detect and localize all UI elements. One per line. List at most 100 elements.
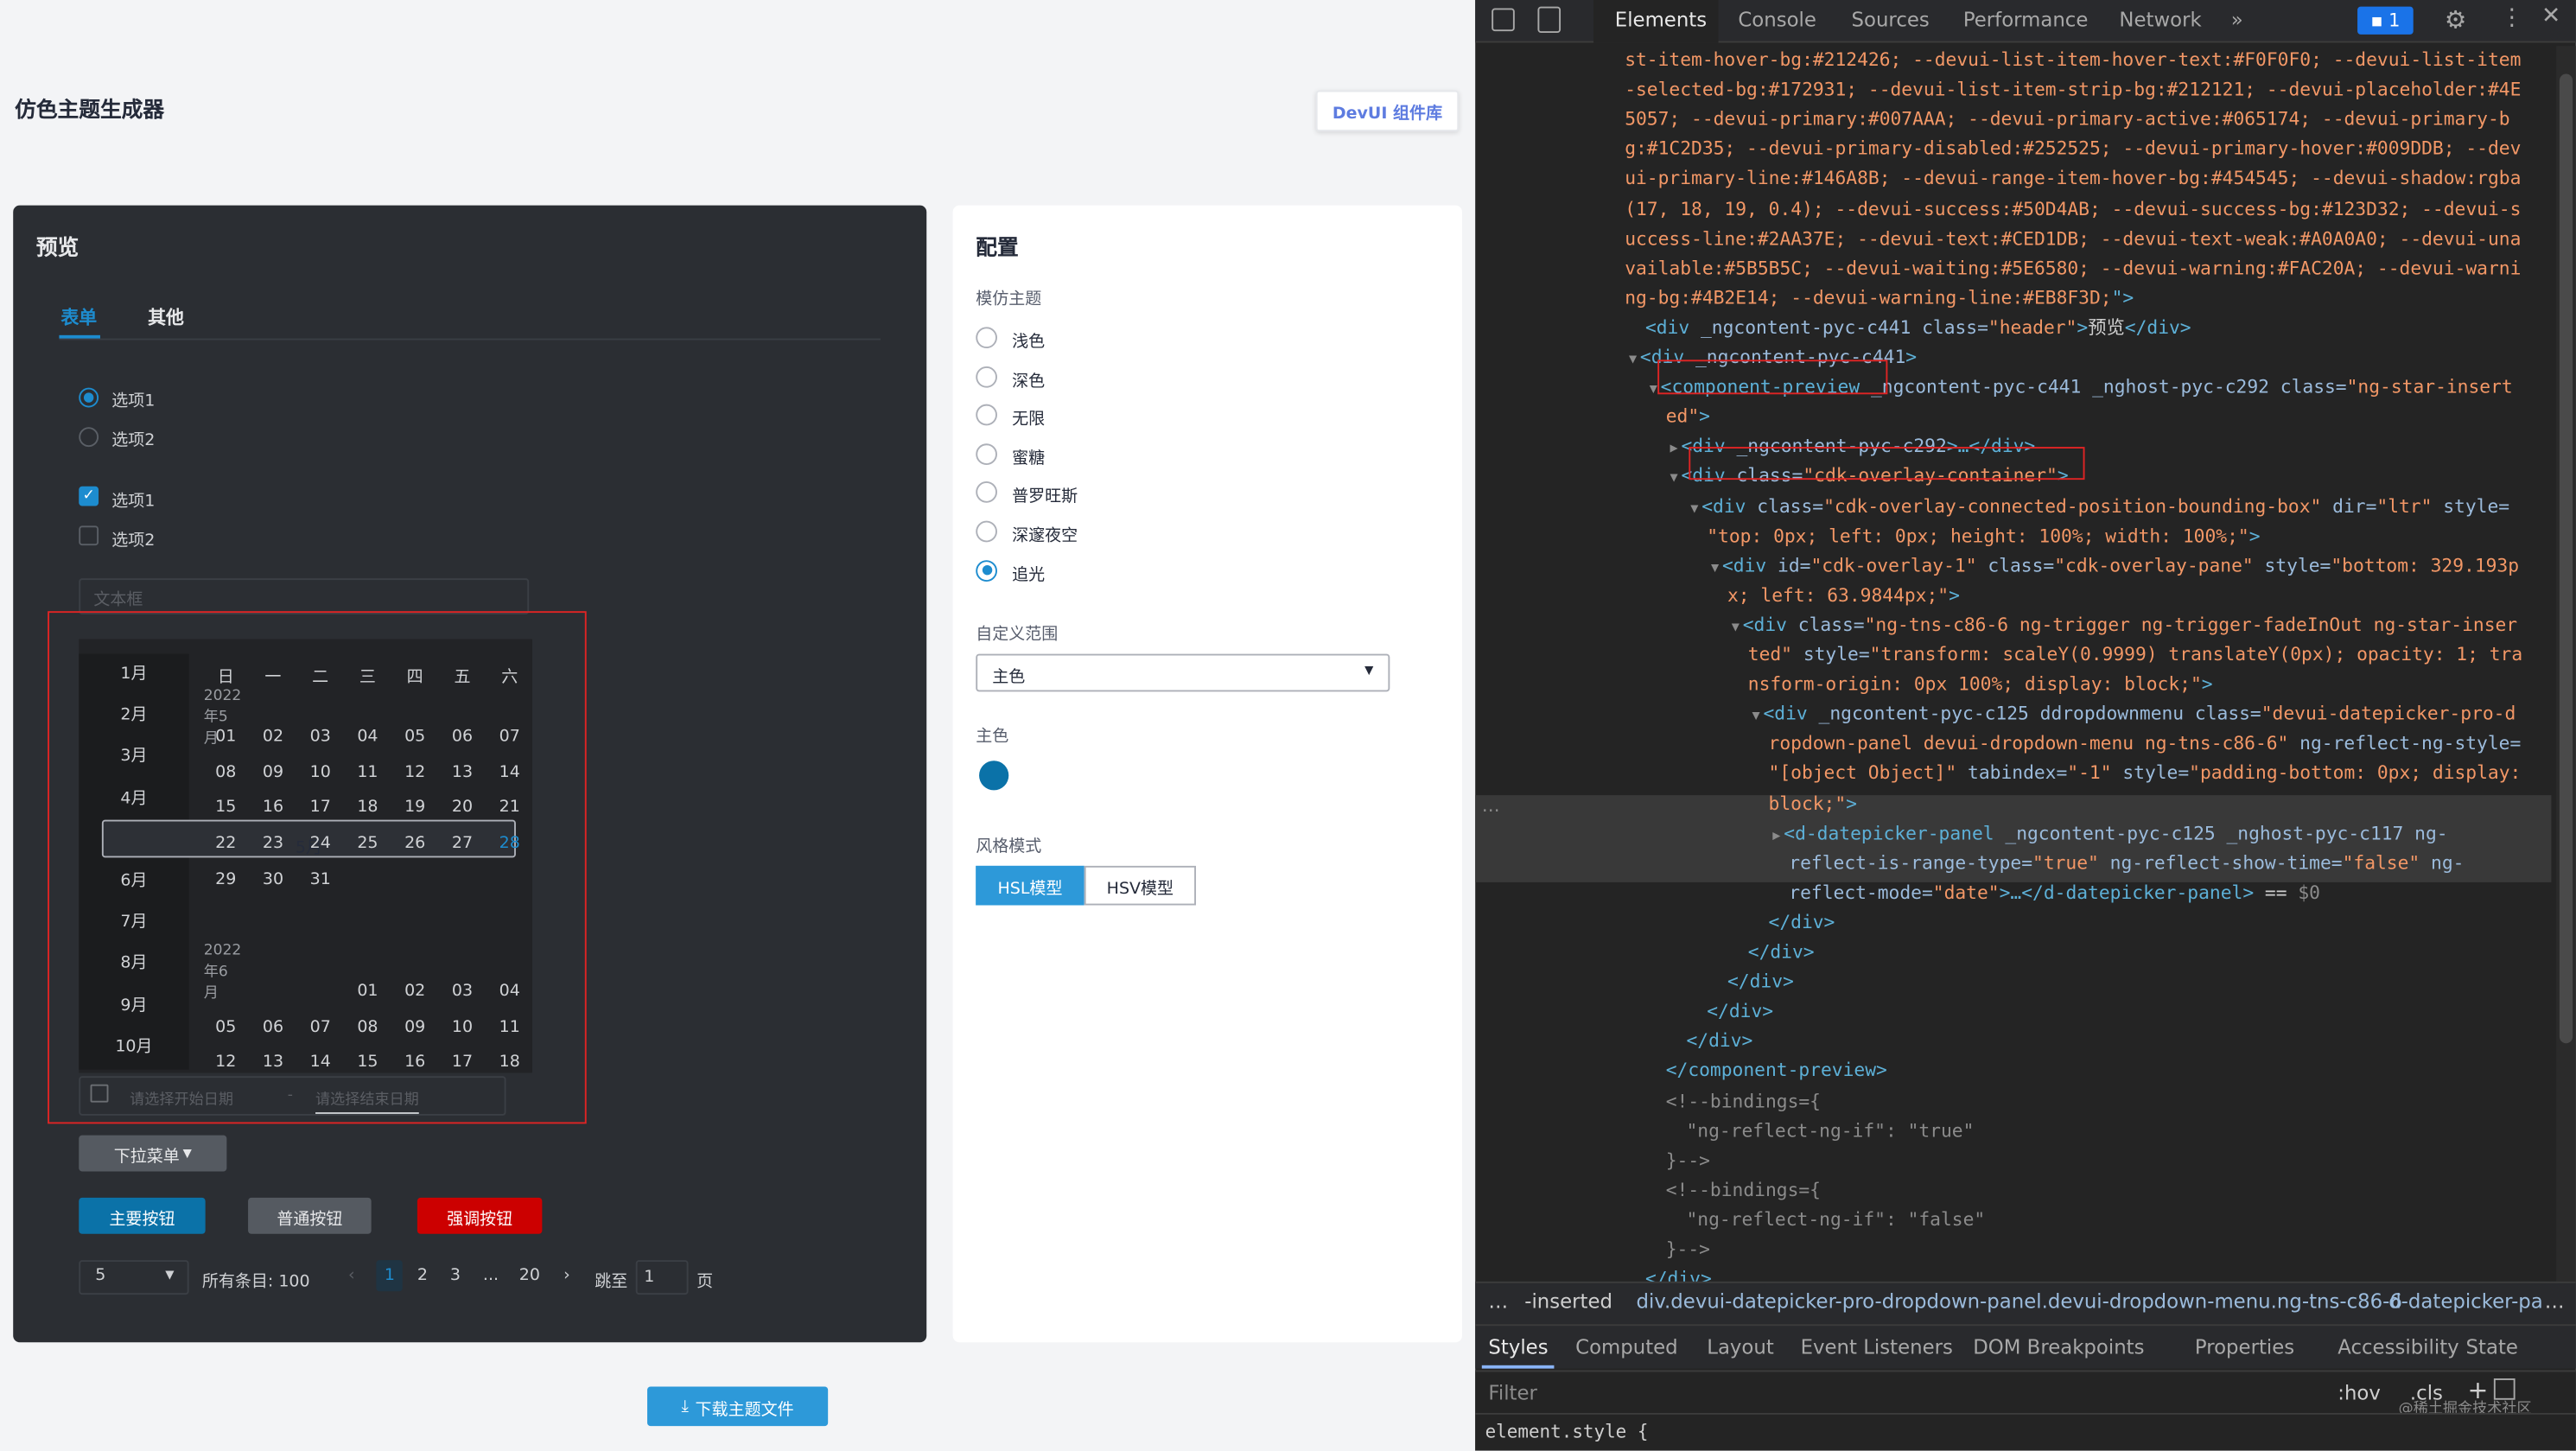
primary-button[interactable]: 主要按钮 [79,1197,206,1234]
dom-line[interactable]: ng-bg:#4B2E14; --devui-warning-line:#EB8… [1625,284,2134,313]
close-icon[interactable]: ✕ [2541,3,2560,29]
styles-tab[interactable]: Accessibility [2337,1336,2458,1359]
devui-library-button[interactable]: DevUI 组件库 [1315,90,1460,132]
dom-line[interactable]: ▼ <div class="cdk-overlay-connected-posit… [1690,492,2509,522]
dom-line[interactable]: ▶ <d-datepicker-panel _ngcontent-pyc-c125… [1772,819,2447,850]
dom-line[interactable]: <div _ngcontent-pyc-c441 class="header">… [1645,314,2191,342]
tab-form[interactable]: 表单 [60,304,97,330]
page-size-select[interactable]: 5 ▼ [79,1260,189,1295]
dom-line[interactable]: ▼ <div id="cdk-overlay-1" class="cdk-over… [1711,551,2519,582]
dom-line[interactable]: st-item-hover-bg:#212426; --devui-list-i… [1625,46,2521,74]
inspect-icon[interactable] [1492,8,1515,32]
dom-line[interactable]: </div> [1686,1028,1752,1056]
dom-line[interactable]: reflect-is-range-type="true" ng-reflect-… [1789,849,2464,877]
issues-badge[interactable]: ▪ 1 [2357,6,2414,35]
dom-line[interactable]: <!--bindings={ [1666,1087,1821,1116]
radio-option-1[interactable] [79,387,99,408]
dom-line[interactable]: "[object Object]" tabindex="-1" style="p… [1769,760,2522,788]
styles-tab[interactable]: Layout [1707,1336,1774,1359]
dom-line[interactable]: "ng-reflect-ng-if": "false" [1686,1206,1985,1234]
download-theme-button[interactable]: ⤓ 下载主题文件 [647,1386,829,1427]
styles-tab[interactable]: Event Listeners [1801,1336,1953,1359]
styles-tab[interactable]: Styles [1488,1336,1548,1359]
theme-radio[interactable] [976,559,997,582]
styles-tab[interactable]: Computed [1575,1336,1678,1359]
device-toggle-icon[interactable] [1537,6,1562,34]
mode-hsv-button[interactable]: HSV模型 [1084,865,1197,906]
checkbox-option-2[interactable] [79,525,99,546]
dom-line[interactable]: -selected-bg:#172931; --devui-list-item-… [1625,76,2521,105]
dom-line[interactable]: (17, 18, 19, 0.4); --devui-success:#50D4… [1625,194,2521,223]
breadcrumb-item[interactable]: -inserted [1524,1289,1612,1313]
tab-elements[interactable]: Elements [1615,9,1707,32]
dom-line[interactable]: ed"> [1666,403,1710,431]
styles-tab[interactable]: State [2466,1336,2518,1359]
dom-line[interactable]: <!--bindings={ [1666,1176,1821,1205]
dom-line[interactable]: "ng-reflect-ng-if": "true" [1686,1117,1974,1145]
theme-radio[interactable] [976,520,997,543]
dom-line[interactable]: ui-primary-line:#146A8B; --devui-range-i… [1625,165,2521,194]
theme-radio[interactable] [976,366,997,387]
dom-token: "ng-reflect-ng-if": "true" [1686,1119,1975,1142]
next-page-icon[interactable]: › [563,1267,570,1285]
hov-toggle[interactable]: :hov [2337,1382,2381,1405]
styles-tab[interactable]: Properties [2195,1336,2294,1359]
page-20[interactable]: 20 [519,1267,540,1285]
tab-console[interactable]: Console [1738,9,1816,32]
dom-line[interactable]: vailable:#5B5B5C; --devui-waiting:#5E658… [1625,254,2521,283]
theme-radio[interactable] [976,442,997,465]
more-options-icon[interactable]: ⋮ [2500,5,2523,31]
dom-line[interactable]: </div> [1748,939,1815,967]
scrollbar-thumb[interactable] [2559,73,2573,1044]
breadcrumb-ellipsis[interactable]: … [1488,1289,1508,1313]
tab-sources[interactable]: Sources [1852,9,1930,32]
dom-line[interactable]: reflect-mode="date">…</d-datepicker-pane… [1789,879,2320,907]
tab-network[interactable]: Network [2119,9,2201,32]
dropdown-menu-button[interactable]: 下拉菜单 ▼ [79,1135,227,1172]
dom-line[interactable]: uccess-line:#2AA37E; --devui-text:#CED1D… [1625,225,2521,253]
dom-line[interactable]: ▼ <div class="ng-tns-c86-6 ng-trigger ng-… [1732,611,2517,641]
dom-line[interactable]: ropdown-panel devui-dropdown-menu ng-tns… [1769,730,2522,759]
range-select[interactable]: 主色 ▼ [976,653,1390,692]
dom-line[interactable]: "top: 0px; left: 0px; height: 100%; widt… [1707,522,2260,550]
theme-radio[interactable] [976,404,997,426]
checkbox-option-1[interactable]: ✓ [79,486,99,506]
theme-radio[interactable] [976,327,997,349]
dom-line[interactable]: nsform-origin: 0px 100%; display: block;… [1748,671,2213,699]
prev-page-icon[interactable]: ‹ [348,1267,355,1285]
tab-performance[interactable]: Performance [1963,9,2089,32]
breadcrumb-item[interactable]: div.devui-datepicker-pro-dropdown-panel.… [1636,1289,2401,1313]
danger-button[interactable]: 强调按钮 [417,1197,543,1234]
theme-radio[interactable] [976,481,997,504]
dom-line[interactable]: </div> [1727,968,1794,996]
settings-gear-icon[interactable]: ⚙ [2445,5,2467,35]
dom-line[interactable]: ted" style="transform: scaleY(0.9999) tr… [1748,640,2522,669]
text-input[interactable]: 文本框 [79,578,530,615]
page-ellipsis[interactable]: ... [483,1267,499,1285]
more-tabs-icon[interactable]: » [2231,9,2243,32]
breadcrumb-item[interactable]: d-datepicker-pa [2388,1289,2543,1313]
filter-input[interactable]: Filter [1488,1382,1536,1405]
node-ellipsis-icon[interactable]: … [1482,795,1500,817]
radio-option-2[interactable] [79,427,99,448]
page-2[interactable]: 2 [417,1267,428,1285]
tab-other[interactable]: 其他 [148,304,184,330]
dom-line[interactable]: block;"> [1769,789,1857,818]
dom-line[interactable]: ▼ <div _ngcontent-pyc-c125 ddropdownmenu … [1752,700,2516,730]
primary-color-swatch[interactable] [979,761,1009,791]
dom-line[interactable]: }--> [1666,1146,1710,1174]
mode-hsl-button[interactable]: HSL模型 [976,865,1084,906]
dom-line[interactable]: </div> [1769,908,1835,937]
breadcrumb-more[interactable]: … [2545,1289,2565,1313]
styles-tab[interactable]: DOM Breakpoints [1973,1336,2144,1359]
dom-line[interactable]: 5057; --devui-primary:#007AAA; --devui-p… [1625,105,2509,134]
dom-line[interactable]: }--> [1666,1236,1710,1264]
page-1[interactable]: 1 [385,1267,395,1285]
common-button[interactable]: 普通按钮 [248,1197,372,1234]
dom-line[interactable]: </component-preview> [1666,1057,1887,1085]
page-3[interactable]: 3 [450,1267,461,1285]
dom-line[interactable]: x; left: 63.9844px;"> [1727,582,1960,610]
dom-line[interactable]: g:#1C2D35; --devui-primary-disabled:#252… [1625,135,2521,163]
dom-line[interactable]: </div> [1707,997,1773,1026]
jump-input[interactable]: 1 [635,1260,689,1295]
